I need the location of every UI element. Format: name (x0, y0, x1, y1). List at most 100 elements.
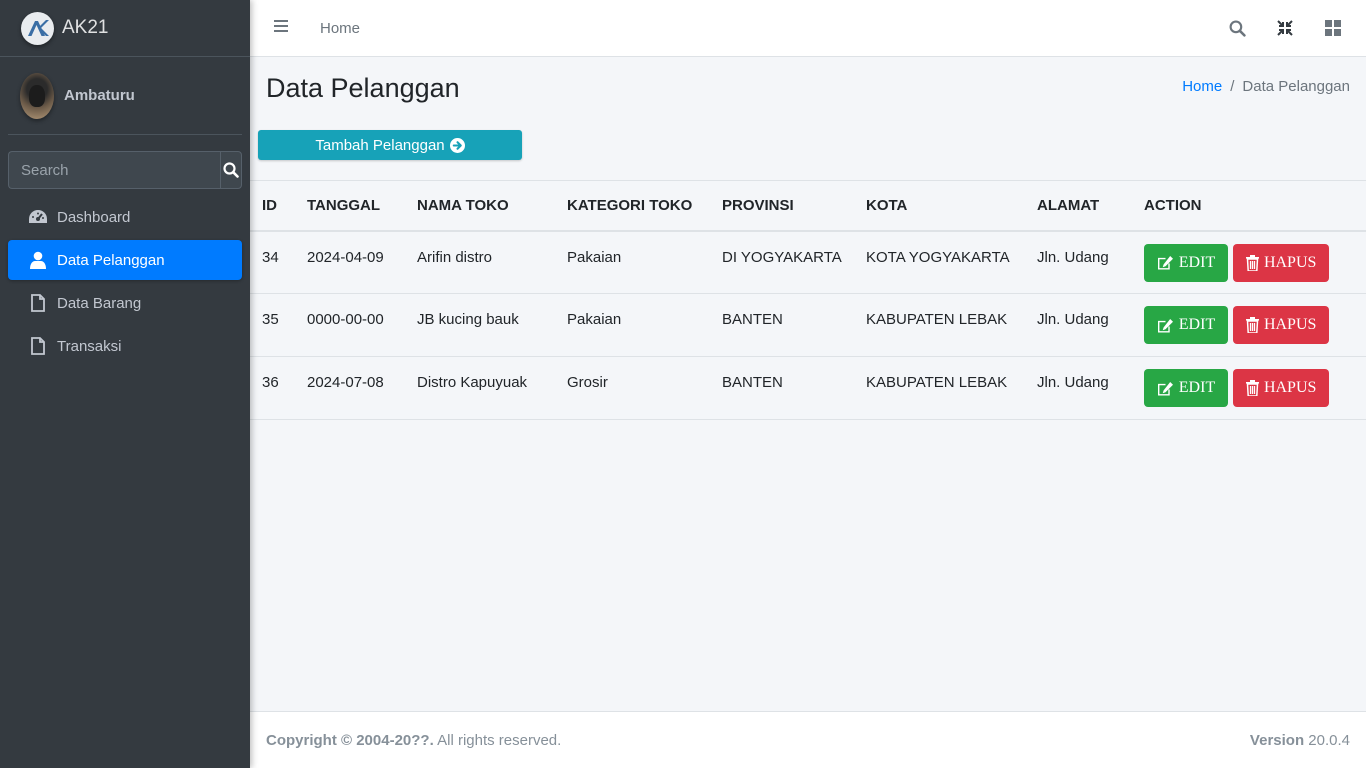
tachometer-icon (28, 209, 48, 225)
cell-provinsi: BANTEN (710, 356, 854, 420)
sidebar-search-button[interactable] (220, 151, 242, 189)
brand-name: AK21 (62, 17, 109, 38)
edit-button[interactable]: EDIT (1144, 243, 1228, 282)
copyright-bold: Copyright © 2004-20??. (266, 731, 434, 749)
user-icon (28, 251, 48, 269)
column-header-action: ACTION (1132, 180, 1366, 232)
table-row: 36 2024-07-08 Distro Kapuyuak Grosir BANTEN K… (250, 356, 1366, 420)
cell-tanggal: 2024-07-08 (295, 356, 405, 420)
brand-link[interactable]: AK21 (0, 0, 250, 57)
sidebar-item-data-pelanggan[interactable]: Data Pelanggan (8, 240, 242, 280)
navbar-search-button[interactable] (1228, 19, 1246, 37)
breadcrumb-separator: / (1230, 78, 1235, 95)
cell-provinsi: DI YOGYAKARTA (710, 230, 854, 294)
cell-kategori-toko: Pakaian (555, 230, 710, 294)
control-sidebar-button[interactable] (1324, 19, 1342, 37)
column-header-kategori-toko: KATEGORI TOKO (555, 180, 710, 232)
cell-nama-toko: Distro Kapuyuak (405, 356, 555, 420)
edit-label: EDIT (1178, 316, 1216, 333)
cell-nama-toko: JB kucing bauk (405, 293, 555, 357)
table-row: 34 2024-04-09 Arifin distro Pakaian DI YOGYA… (250, 230, 1366, 294)
hapus-button[interactable]: HAPUS (1233, 306, 1330, 344)
cell-alamat: Jln. Udang (1025, 230, 1132, 294)
cell-kategori-toko: Pakaian (555, 293, 710, 357)
cell-nama-toko: Arifin distro (405, 230, 555, 294)
cell-kota: KABUPATEN LEBAK (854, 356, 1025, 420)
add-pelanggan-button[interactable]: Tambah Pelanggan (258, 130, 522, 160)
sidebar-nav: Dashboard Data Pelanggan Data Barang Tra… (0, 197, 250, 366)
top-nav-home-link[interactable]: Home (320, 20, 360, 37)
file-icon (28, 337, 48, 355)
brand-logo-icon (21, 11, 54, 45)
cell-alamat: Jln. Udang (1025, 293, 1132, 357)
trash-icon (1245, 317, 1259, 333)
hapus-label: HAPUS (1263, 316, 1317, 333)
version-text: Version 20.0.4 (1250, 732, 1350, 749)
sidebar-search-input[interactable] (8, 151, 220, 189)
trash-icon (1245, 254, 1259, 271)
search-icon (1229, 20, 1246, 37)
sidebar-item-label: Dashboard (57, 208, 131, 226)
trash-icon (1245, 380, 1259, 396)
edit-icon (1157, 318, 1173, 333)
edit-label: EDIT (1178, 253, 1216, 271)
user-panel[interactable]: Ambaturu (8, 57, 242, 135)
compress-icon (1277, 20, 1293, 36)
hapus-label: HAPUS (1263, 253, 1317, 271)
arrow-circle-right-icon (449, 137, 465, 153)
cell-id: 34 (250, 230, 295, 294)
user-avatar (20, 72, 54, 119)
cell-id: 36 (250, 356, 295, 420)
cell-provinsi: BANTEN (710, 293, 854, 357)
cell-kategori-toko: Grosir (555, 356, 710, 420)
hapus-label: HAPUS (1263, 379, 1317, 396)
pelanggan-table: ID TANGGAL NAMA TOKO KATEGORI TOKO PROVI… (250, 180, 1366, 420)
cell-action: EDIT HAPUS (1132, 356, 1366, 420)
search-icon (223, 162, 239, 178)
sidebar-item-transaksi[interactable]: Transaksi (8, 326, 242, 366)
table-header-row: ID TANGGAL NAMA TOKO KATEGORI TOKO PROVI… (250, 180, 1366, 232)
hamburger-icon (274, 20, 288, 32)
sidebar-item-dashboard[interactable]: Dashboard (8, 197, 242, 237)
edit-icon (1157, 255, 1173, 270)
edit-label: EDIT (1178, 379, 1216, 396)
table-row: 35 0000-00-00 JB kucing bauk Pakaian BANTEN K… (250, 293, 1366, 357)
column-header-provinsi: PROVINSI (710, 180, 854, 232)
copyright-rest: All rights reserved. (433, 731, 562, 749)
column-header-kota: KOTA (854, 180, 1025, 232)
cell-kota: KOTA YOGYAKARTA (854, 230, 1025, 294)
cell-tanggal: 2024-04-09 (295, 230, 405, 294)
fullscreen-toggle-button[interactable] (1276, 19, 1294, 37)
user-name[interactable]: Ambaturu (64, 87, 135, 104)
cell-tanggal: 0000-00-00 (295, 293, 405, 357)
hapus-button[interactable]: HAPUS (1233, 369, 1330, 407)
copyright-text: Copyright © 2004-20??. All rights reserv… (266, 732, 561, 749)
sidebar-item-label: Transaksi (57, 337, 122, 355)
top-nav-right (1228, 19, 1342, 37)
edit-button[interactable]: EDIT (1144, 306, 1228, 344)
th-large-icon (1325, 20, 1341, 36)
content-header: Data Pelanggan Home / Data Pelanggan (250, 57, 1366, 127)
column-header-id: ID (250, 180, 295, 232)
cell-action: EDIT HAPUS (1132, 293, 1366, 357)
edit-button[interactable]: EDIT (1144, 369, 1228, 407)
main-sidebar: AK21 Ambaturu Dashboard Data Pelanggan (0, 0, 250, 768)
cell-action: EDIT HAPUS (1132, 230, 1366, 294)
hapus-button[interactable]: HAPUS (1233, 243, 1330, 282)
breadcrumb: Home / Data Pelanggan (1182, 78, 1350, 95)
sidebar-item-label: Data Barang (57, 294, 142, 312)
pelanggan-table-container: ID TANGGAL NAMA TOKO KATEGORI TOKO PROVI… (250, 180, 1366, 420)
version-label: Version (1249, 731, 1305, 749)
cell-alamat: Jln. Udang (1025, 356, 1132, 420)
cell-kota: KABUPATEN LEBAK (854, 293, 1025, 357)
add-pelanggan-label: Tambah Pelanggan (315, 136, 445, 154)
file-icon (28, 294, 48, 312)
sidebar-item-data-barang[interactable]: Data Barang (8, 283, 242, 323)
breadcrumb-current: Data Pelanggan (1242, 78, 1350, 95)
sidebar-search (8, 151, 242, 189)
cell-id: 35 (250, 293, 295, 357)
main-footer: Copyright © 2004-20??. All rights reserv… (250, 711, 1366, 768)
column-header-tanggal: TANGGAL (295, 180, 405, 232)
menu-toggle-button[interactable] (274, 19, 288, 37)
breadcrumb-home-link[interactable]: Home (1182, 78, 1222, 95)
